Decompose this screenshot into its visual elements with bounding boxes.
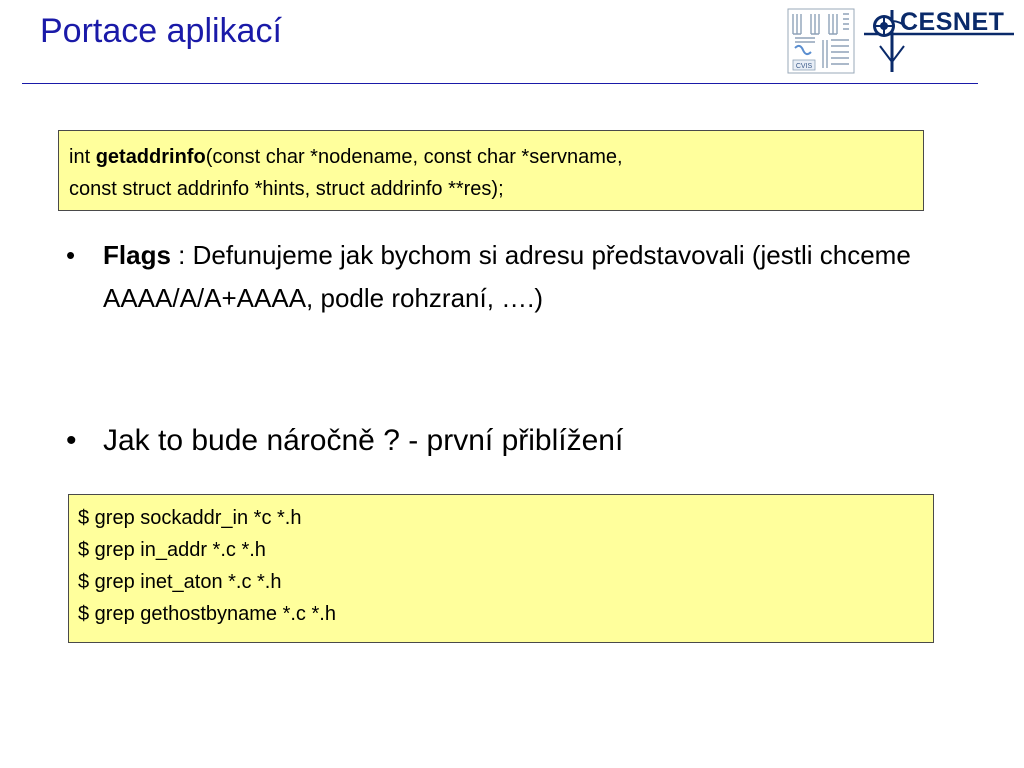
function-signature-box: int getaddrinfo(const char *nodename, co… — [58, 130, 924, 211]
command-line: $ grep in_addr *.c *.h — [78, 539, 266, 561]
title-divider — [22, 83, 978, 84]
command-line: $ grep inet_aton *.c *.h — [78, 571, 282, 593]
bullet-difficulty: • Jak to bude náročně ? - první přiblíže… — [66, 416, 926, 466]
bullet-flags-text: Flags : Defunujeme jak bychom si adresu … — [103, 234, 926, 320]
cvis-logo-text: CVIS — [796, 63, 813, 70]
slide-title: Portace aplikací — [40, 12, 282, 50]
bullet-difficulty-text: Jak to bude náročně ? - první přiblížení — [103, 424, 624, 457]
bullet-marker: • — [66, 424, 77, 457]
cvis-logo: CVIS — [787, 8, 855, 74]
cesnet-logo-text: CESNET — [900, 8, 1005, 36]
signature-params-line1: (const char *nodename, const char *servn… — [205, 146, 623, 168]
bullet-flags-label: Flags — [103, 240, 171, 270]
command-line: $ grep sockaddr_in *c *.h — [78, 507, 302, 529]
bullet-flags-body: : Defunujeme jak bychom si adresu předst… — [103, 240, 911, 313]
bullet-flags: • Flags : Defunujeme jak bychom si adres… — [66, 234, 926, 320]
cesnet-logo: CESNET — [864, 6, 1016, 76]
bullet-marker: • — [66, 240, 76, 270]
signature-params-line2: const struct addrinfo *hints, struct add… — [69, 178, 504, 200]
signature-return-type: int — [69, 146, 96, 168]
signature-function-name: getaddrinfo — [95, 146, 206, 168]
grep-commands-box: $ grep sockaddr_in *c *.h $ grep in_addr… — [68, 494, 934, 643]
command-line: $ grep gethostbyname *.c *.h — [78, 603, 336, 625]
